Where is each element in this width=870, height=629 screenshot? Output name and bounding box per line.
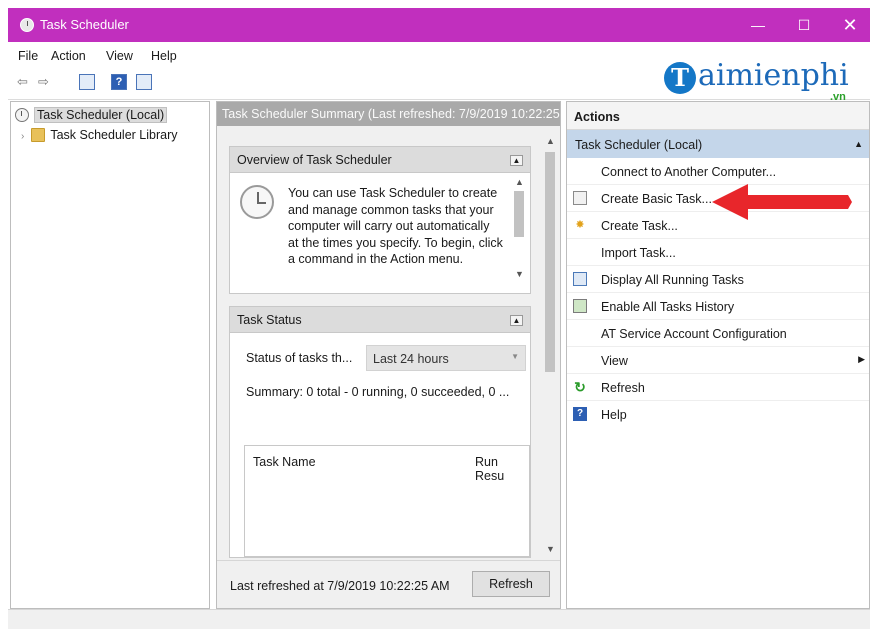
- scrollbar-thumb[interactable]: [514, 191, 524, 237]
- console-tree: Task Scheduler (Local) › Task Scheduler L…: [10, 101, 210, 609]
- action-view[interactable]: View ▶: [567, 347, 869, 374]
- title-bar: Task Scheduler — ☐ ✕: [8, 8, 870, 42]
- summary-scrollbar[interactable]: ▲ ▼: [543, 136, 557, 558]
- action-label: Help: [601, 408, 627, 422]
- menu-view[interactable]: View: [106, 49, 133, 63]
- help-icon: ?: [573, 407, 587, 421]
- show-hide-action-pane-icon[interactable]: [136, 74, 152, 90]
- menu-file[interactable]: File: [18, 49, 38, 63]
- tree-item-task-scheduler-local[interactable]: Task Scheduler (Local): [15, 107, 168, 126]
- task-status-title: Task Status: [237, 313, 302, 327]
- action-refresh[interactable]: ↻ Refresh: [567, 374, 869, 401]
- window-title: Task Scheduler: [40, 17, 129, 32]
- actions-group-label: Task Scheduler (Local): [575, 138, 703, 152]
- status-period-select[interactable]: Last 24 hours ▼: [366, 345, 526, 371]
- summary-header: Task Scheduler Summary (Last refreshed: …: [217, 102, 560, 126]
- status-bar: [8, 609, 870, 629]
- action-import-task[interactable]: Import Task...: [567, 239, 869, 266]
- expand-chevron-icon[interactable]: ›: [21, 131, 24, 142]
- forward-arrow-icon[interactable]: ⇨: [38, 74, 49, 90]
- scroll-down-icon[interactable]: ▼: [546, 544, 555, 554]
- summary-pane: Task Scheduler Summary (Last refreshed: …: [216, 101, 561, 609]
- task-status-body: Status of tasks th... Last 24 hours ▼ Su…: [230, 333, 530, 557]
- minimize-button[interactable]: —: [735, 8, 781, 42]
- collapse-icon[interactable]: ▲: [510, 315, 523, 326]
- task-table[interactable]: Task Name Run Resu: [244, 445, 530, 557]
- status-summary: Summary: 0 total - 0 running, 0 succeede…: [246, 385, 510, 399]
- overview-scrollbar[interactable]: ▲ ▼: [512, 177, 526, 281]
- red-annotation-arrow-icon: [712, 184, 852, 220]
- action-label: Connect to Another Computer...: [601, 165, 777, 179]
- action-at-service-account-configuration[interactable]: AT Service Account Configuration: [567, 320, 869, 347]
- overview-section: Overview of Task Scheduler ▲ You can use…: [229, 146, 531, 294]
- tree-item-label: Task Scheduler (Local): [34, 107, 168, 123]
- action-enable-all-tasks-history[interactable]: Enable All Tasks History: [567, 293, 869, 320]
- show-hide-console-tree-icon[interactable]: [79, 74, 95, 90]
- folder-icon: [31, 128, 46, 142]
- clock-icon: [15, 108, 29, 122]
- tree-item-task-scheduler-library[interactable]: › Task Scheduler Library: [21, 128, 178, 146]
- actions-header: Actions: [567, 102, 869, 130]
- task-status-section: Task Status ▲ Status of tasks th... Last…: [229, 306, 531, 558]
- action-display-all-running-tasks[interactable]: Display All Running Tasks: [567, 266, 869, 293]
- overview-text: You can use Task Scheduler to create and…: [288, 186, 503, 266]
- maximize-button[interactable]: ☐: [781, 8, 827, 42]
- collapse-icon[interactable]: ▲: [854, 139, 863, 149]
- actions-group-task-scheduler-local[interactable]: Task Scheduler (Local) ▲: [567, 130, 869, 158]
- scroll-down-icon[interactable]: ▼: [515, 269, 524, 279]
- star-icon: ✸: [575, 219, 585, 231]
- action-label: View: [601, 354, 628, 368]
- status-period-value: Last 24 hours: [373, 352, 449, 366]
- action-label: Enable All Tasks History: [601, 300, 735, 314]
- overview-header[interactable]: Overview of Task Scheduler ▲: [230, 147, 530, 173]
- action-label: Create Basic Task...: [601, 192, 712, 206]
- action-label: Import Task...: [601, 246, 676, 260]
- menu-action[interactable]: Action: [51, 49, 86, 63]
- refresh-icon: ↻: [574, 379, 586, 395]
- history-icon: [573, 299, 587, 313]
- overview-title: Overview of Task Scheduler: [237, 153, 392, 167]
- column-header-task-name[interactable]: Task Name: [253, 455, 316, 469]
- last-refreshed-text: Last refreshed at 7/9/2019 10:22:25 AM: [230, 579, 450, 593]
- scrollbar-thumb[interactable]: [545, 152, 555, 372]
- logo-text: aimienphi: [698, 58, 849, 93]
- summary-footer: Last refreshed at 7/9/2019 10:22:25 AM R…: [217, 560, 560, 608]
- grid-icon: [573, 272, 587, 286]
- help-icon[interactable]: ?: [111, 74, 127, 90]
- refresh-button[interactable]: Refresh: [472, 571, 550, 597]
- status-period-label: Status of tasks th...: [246, 351, 353, 365]
- column-header-run-result[interactable]: Run Resu: [475, 455, 529, 483]
- action-label: Refresh: [601, 381, 645, 395]
- close-button[interactable]: ✕: [827, 8, 870, 42]
- action-help[interactable]: ? Help: [567, 401, 869, 428]
- scroll-up-icon[interactable]: ▲: [515, 177, 524, 187]
- task-status-header[interactable]: Task Status ▲: [230, 307, 530, 333]
- clock-icon: [240, 185, 274, 219]
- task-icon: [573, 191, 587, 205]
- back-arrow-icon[interactable]: ⇦: [17, 74, 28, 90]
- actions-pane: Actions Task Scheduler (Local) ▲ Connect…: [566, 101, 870, 609]
- logo-letter: T: [664, 62, 696, 94]
- action-connect-to-another-computer[interactable]: Connect to Another Computer...: [567, 158, 869, 185]
- overview-body: You can use Task Scheduler to create and…: [230, 173, 530, 283]
- tree-item-label: Task Scheduler Library: [50, 128, 178, 142]
- action-label: Display All Running Tasks: [601, 273, 744, 287]
- task-scheduler-app-icon: [20, 18, 34, 32]
- scroll-up-icon[interactable]: ▲: [546, 136, 555, 146]
- menu-help[interactable]: Help: [151, 49, 177, 63]
- action-label: AT Service Account Configuration: [601, 327, 787, 341]
- action-label: Create Task...: [601, 219, 678, 233]
- submenu-arrow-icon: ▶: [858, 354, 865, 364]
- chevron-down-icon: ▼: [511, 352, 519, 361]
- collapse-icon[interactable]: ▲: [510, 155, 523, 166]
